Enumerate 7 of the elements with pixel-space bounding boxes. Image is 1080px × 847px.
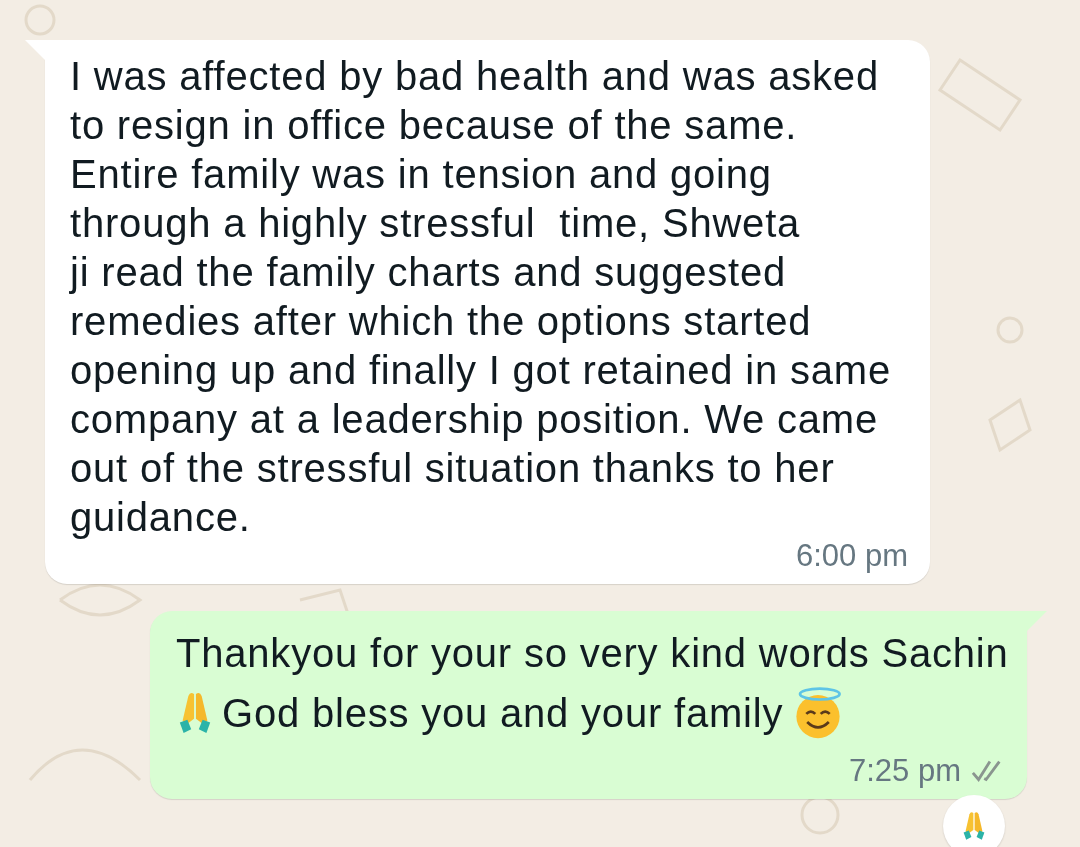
message-time: 6:00 pm (796, 538, 908, 574)
message-text: I was affected by bad health and was asked to resign in office because of the same. Entire family was in tension and going through a highly stressful time, Shweta ji read the family charts and suggested remedies after which the options started opening up and finally I got retained in same company at a leadership position. We came out of the stressful situation thanks to her guidance. (70, 53, 892, 541)
message-time: 7:25 pm (849, 753, 961, 789)
reaction-badge[interactable] (943, 795, 1005, 847)
message-text: Thankyou for your so very kind words Sachin (176, 630, 1009, 676)
message-text: God bless you and your family (222, 690, 784, 736)
praying-hands-icon (961, 810, 987, 842)
